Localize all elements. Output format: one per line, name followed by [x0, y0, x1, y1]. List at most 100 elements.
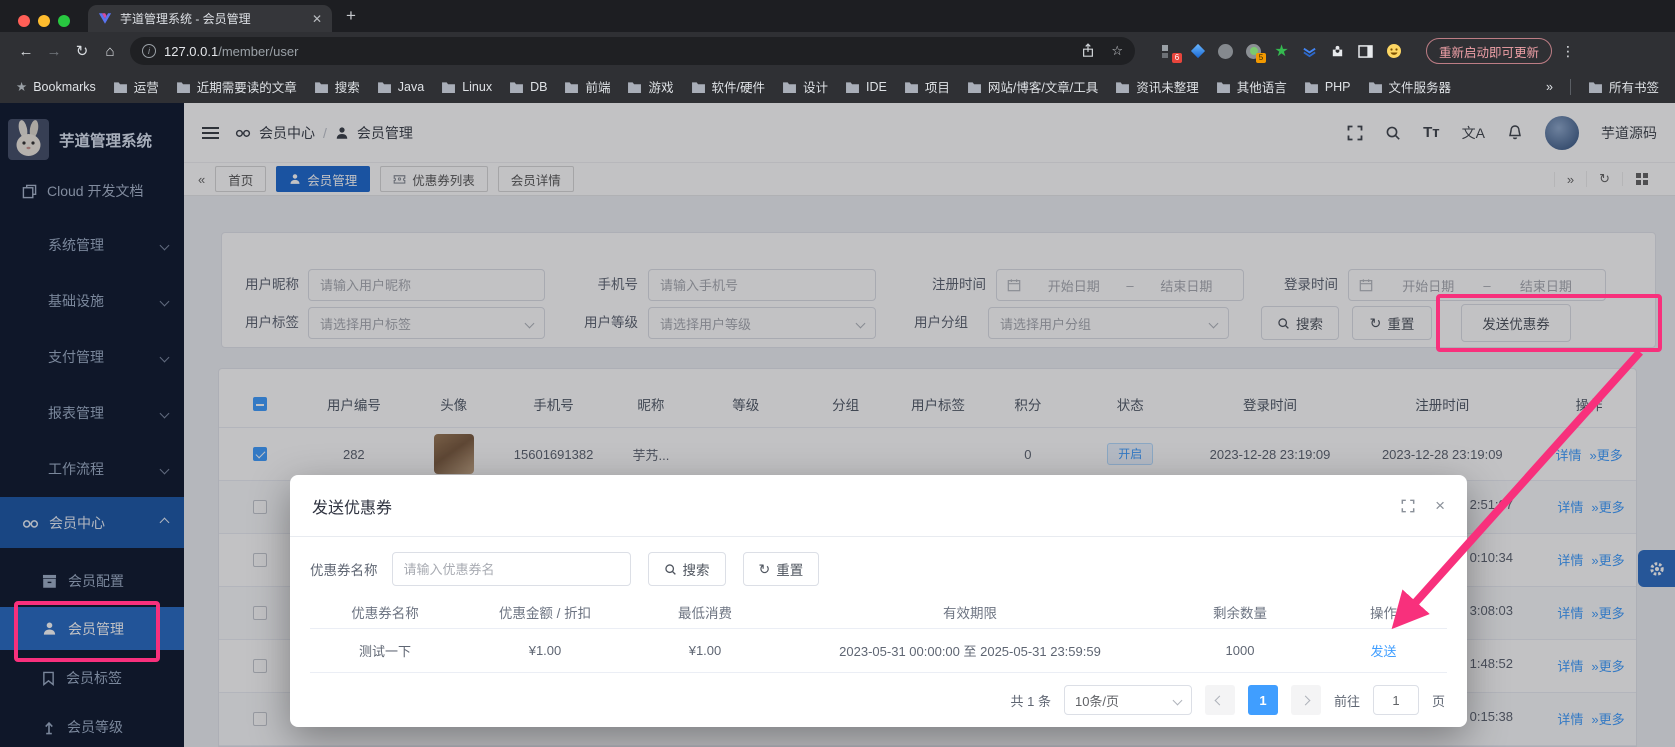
window-zoom-button[interactable]	[58, 15, 70, 27]
page-number-button[interactable]: 1	[1248, 685, 1278, 715]
coupon-row[interactable]: 测试一下 ¥1.00 ¥1.00 2023-05-31 00:00:00 至 2…	[310, 628, 1447, 673]
goto-page-input[interactable]	[1373, 685, 1419, 715]
bookmark-label: 资讯未整理	[1136, 77, 1199, 96]
browser-titlebar: 芋道管理系统 - 会员管理 ✕ +	[0, 0, 1675, 32]
column-header: 操作	[1320, 602, 1447, 622]
all-bookmarks[interactable]: 所有书签	[1588, 77, 1659, 96]
bookmark-label: DB	[530, 80, 547, 94]
folder-icon	[691, 81, 706, 93]
bookmark-label: Java	[398, 80, 424, 94]
bookmarks-root[interactable]: ★ Bookmarks	[16, 79, 96, 94]
extension-blocks-icon[interactable]: 6	[1161, 43, 1178, 60]
bookmark-label: 软件/硬件	[712, 77, 765, 96]
bookmark-folder[interactable]: 游戏	[627, 77, 673, 96]
forward-icon[interactable]: →	[40, 43, 68, 60]
bookmark-label: 运营	[134, 77, 159, 96]
goto-label: 前往	[1334, 691, 1360, 710]
dialog-search-button[interactable]: 搜索	[648, 552, 726, 586]
annotation-box-member-manage	[14, 601, 160, 662]
bookmark-label: 游戏	[648, 77, 673, 96]
dialog-fullscreen-icon[interactable]	[1401, 499, 1415, 513]
extension-globe-icon[interactable]	[1217, 43, 1234, 60]
extension-star-icon[interactable]: ★	[1273, 43, 1290, 60]
bookmark-folder[interactable]: Linux	[441, 77, 492, 96]
bookmark-folder[interactable]: Java	[377, 77, 424, 96]
bookmarks-overflow-icon[interactable]: »	[1546, 80, 1553, 94]
folder-icon	[1588, 81, 1603, 93]
chrome-update-button[interactable]: 重新启动即可更新	[1426, 38, 1552, 64]
bookmark-label: 其他语言	[1237, 77, 1287, 96]
back-icon[interactable]: ←	[12, 43, 40, 60]
folder-icon	[1304, 81, 1319, 93]
cell-coupon-name: 测试一下	[310, 641, 460, 660]
browser-toolbar: ← → ↻ ⌂ i 127.0.0.1/member/user ☆ 6 5 ★	[0, 32, 1675, 70]
extension-emoji-icon[interactable]	[1385, 43, 1402, 60]
folder-icon	[904, 81, 919, 93]
extension-badge: 5	[1256, 53, 1266, 63]
bookmarks-bar: ★ Bookmarks 运营近期需要读的文章 搜索 Java Linux DB 前端 游戏 软…	[0, 70, 1675, 103]
bookmark-folder[interactable]: 网站/博客/文章/工具	[967, 77, 1098, 96]
prev-page-button[interactable]	[1205, 685, 1235, 715]
page-size-select[interactable]: 10条/页	[1064, 685, 1192, 715]
pagination-total: 共 1 条	[1011, 691, 1051, 710]
next-page-button[interactable]	[1291, 685, 1321, 715]
page-size-value: 10条/页	[1075, 691, 1119, 710]
column-header: 优惠金额 / 折扣	[460, 602, 630, 622]
bookmark-folder[interactable]: 软件/硬件	[691, 77, 765, 96]
tab-close-icon[interactable]: ✕	[312, 12, 322, 26]
window-close-button[interactable]	[18, 15, 30, 27]
folder-icon	[1115, 81, 1130, 93]
extension-puzzle-icon[interactable]	[1329, 43, 1346, 60]
extension-layers-icon[interactable]	[1301, 43, 1318, 60]
dialog-table-header: 优惠券名称 优惠金额 / 折扣 最低消费 有效期限 剩余数量 操作	[310, 596, 1447, 628]
coupon-name-input[interactable]	[392, 552, 631, 586]
share-icon[interactable]	[1081, 43, 1095, 59]
folder-icon	[1216, 81, 1231, 93]
bookmark-folder[interactable]: 搜索	[314, 77, 360, 96]
column-header: 最低消费	[630, 602, 780, 622]
refresh-icon: ↻	[759, 561, 771, 578]
dialog-header: 发送优惠券 ×	[290, 475, 1467, 537]
bookmark-folder[interactable]: 近期需要读的文章	[176, 77, 297, 96]
bookmark-folder[interactable]: 其他语言	[1216, 77, 1287, 96]
new-tab-button[interactable]: +	[346, 6, 356, 26]
folder-icon	[441, 81, 456, 93]
bookmark-label: 项目	[925, 77, 950, 96]
folder-icon	[509, 81, 524, 93]
bookmark-folder[interactable]: 设计	[782, 77, 828, 96]
bookmark-folder[interactable]: 运营	[113, 77, 159, 96]
bookmark-label: 所有书签	[1609, 77, 1659, 96]
bookmark-folder[interactable]: IDE	[845, 77, 887, 96]
address-bar[interactable]: i 127.0.0.1/member/user ☆	[130, 37, 1135, 65]
bookmark-folder[interactable]: 资讯未整理	[1115, 77, 1199, 96]
home-icon[interactable]: ⌂	[96, 43, 124, 60]
screenshot-root: 芋道管理系统 - 会员管理 ✕ + ← → ↻ ⌂ i 127.0.0.1/me…	[0, 0, 1675, 747]
window-minimize-button[interactable]	[38, 15, 50, 27]
sidebar-panel-icon[interactable]	[1357, 43, 1374, 60]
extension-circle-icon[interactable]: 5	[1245, 43, 1262, 60]
browser-menu-icon[interactable]: ⋮	[1561, 43, 1575, 60]
bookmark-folder[interactable]: DB	[509, 77, 547, 96]
bookmark-label: Bookmarks	[33, 80, 96, 94]
cell-min-spend: ¥1.00	[630, 643, 780, 658]
folder-icon	[176, 81, 191, 93]
bookmark-folder[interactable]: 文件服务器	[1368, 77, 1452, 96]
dialog-close-icon[interactable]: ×	[1435, 496, 1445, 516]
bookmark-folder[interactable]: PHP	[1304, 77, 1351, 96]
bookmark-folder[interactable]: 项目	[904, 77, 950, 96]
browser-tab[interactable]: 芋道管理系统 - 会员管理 ✕	[88, 5, 332, 32]
column-header: 有效期限	[780, 602, 1160, 622]
dialog-reset-button[interactable]: ↻ 重置	[743, 552, 820, 586]
bookmark-folder[interactable]: 前端	[564, 77, 610, 96]
url-host: 127.0.0.1	[164, 44, 218, 59]
bookmark-star-icon[interactable]: ☆	[1111, 43, 1123, 59]
column-header: 优惠券名称	[310, 602, 460, 622]
bookmark-label: 搜索	[335, 77, 360, 96]
folder-icon	[314, 81, 329, 93]
site-info-icon[interactable]: i	[142, 44, 156, 58]
folder-icon	[782, 81, 797, 93]
chevron-down-icon	[1173, 695, 1183, 705]
extension-diamond-icon[interactable]	[1189, 43, 1206, 60]
reload-icon[interactable]: ↻	[68, 42, 96, 60]
send-link[interactable]: 发送	[1370, 644, 1396, 659]
